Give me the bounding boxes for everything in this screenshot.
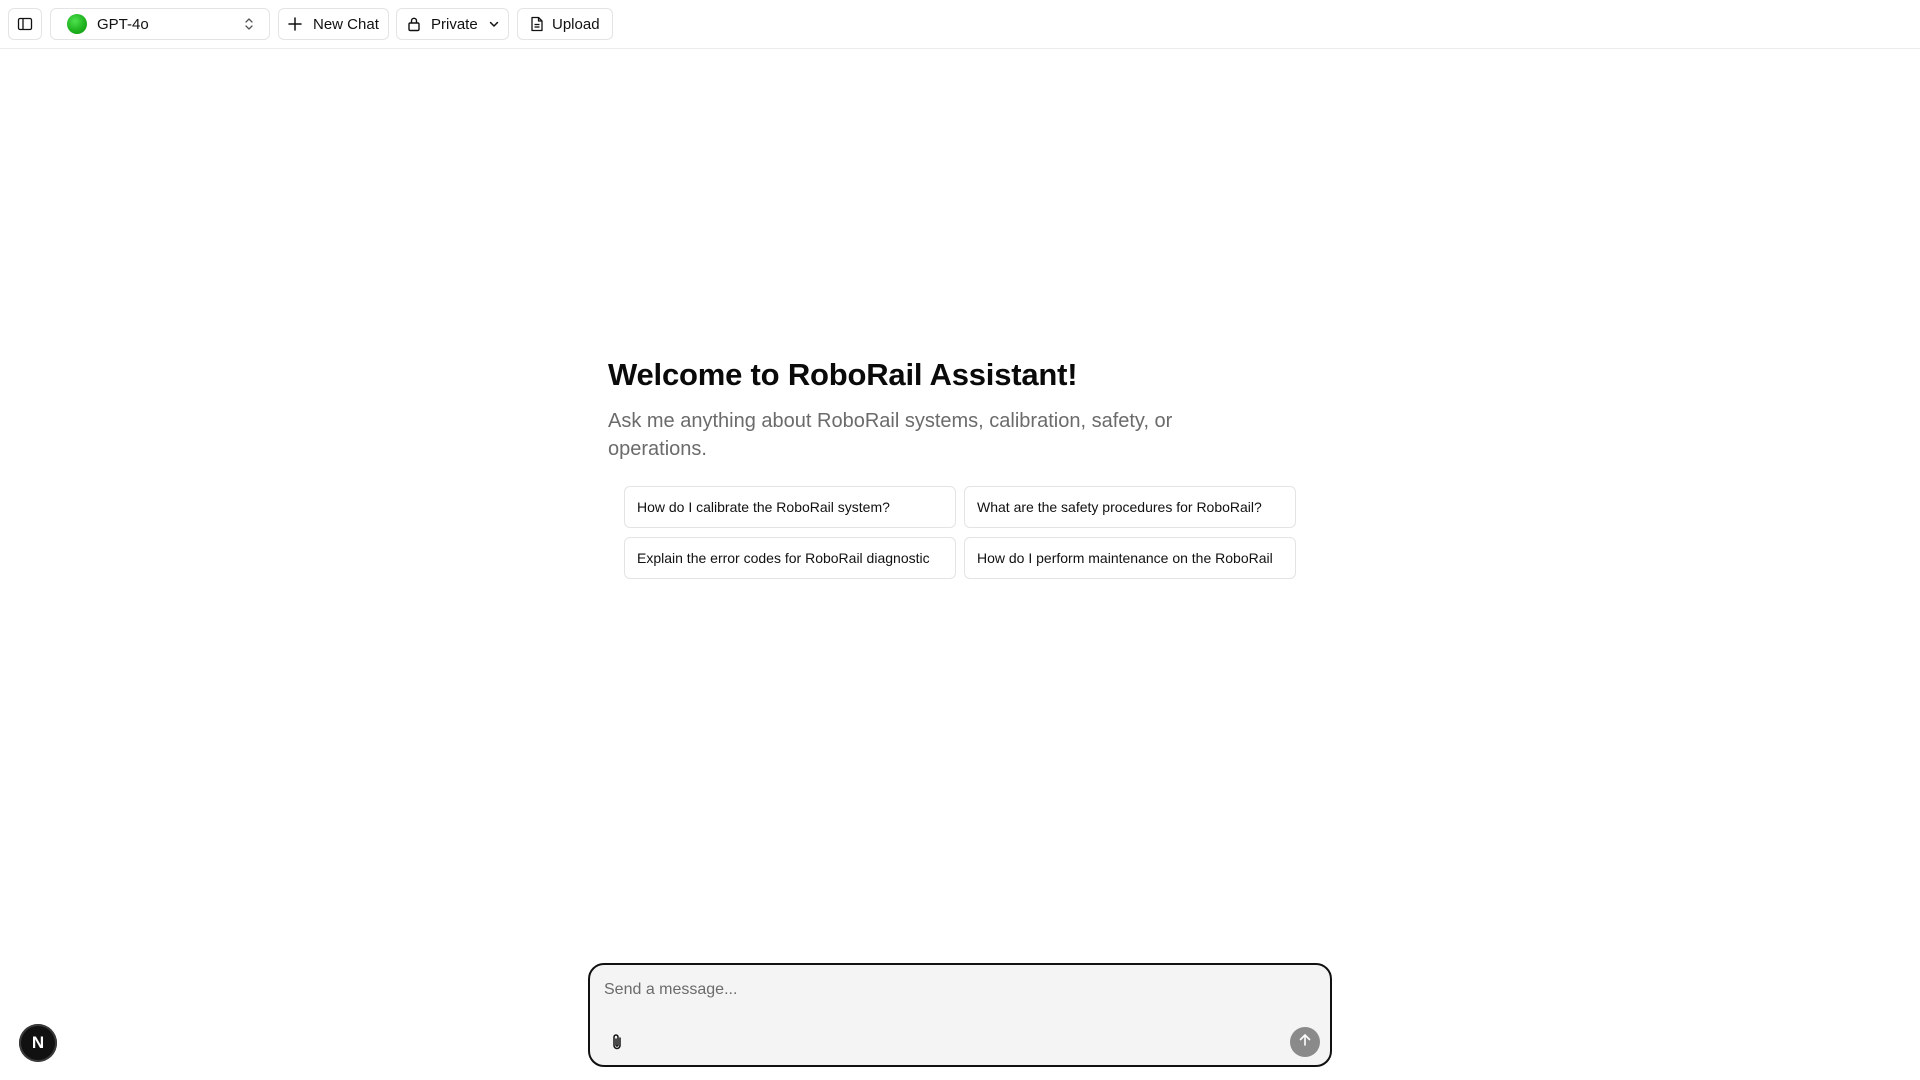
model-status-dot	[67, 14, 87, 34]
send-button[interactable]	[1290, 1027, 1320, 1057]
model-label: GPT-4o	[97, 15, 149, 33]
arrow-up-icon	[1298, 1033, 1312, 1052]
attach-button[interactable]	[606, 1033, 628, 1055]
upload-label: Upload	[552, 15, 600, 33]
plus-icon	[287, 16, 303, 32]
sidebar-toggle-button[interactable]	[8, 8, 42, 40]
welcome-title: Welcome to RoboRail Assistant!	[608, 357, 1078, 392]
welcome-section: Welcome to RoboRail Assistant! Ask me an…	[608, 355, 1328, 463]
message-composer	[588, 963, 1332, 1067]
welcome-subtitle: Ask me anything about RoboRail systems, …	[608, 410, 1173, 460]
paperclip-icon	[610, 1033, 624, 1056]
upload-button[interactable]: Upload	[517, 8, 613, 40]
user-avatar[interactable]: N	[19, 1024, 57, 1062]
message-input[interactable]	[604, 975, 1304, 1005]
lock-icon	[407, 16, 421, 32]
suggestion-button[interactable]: What are the safety procedures for RoboR…	[964, 486, 1296, 528]
suggestion-button[interactable]: How do I calibrate the RoboRail system?	[624, 486, 956, 528]
top-bar: GPT-4o New Chat Private Upload	[0, 0, 1920, 49]
visibility-selector[interactable]: Private	[396, 8, 509, 40]
sidebar-toggle-icon	[17, 16, 33, 32]
file-icon	[530, 16, 544, 32]
visibility-label: Private	[431, 15, 478, 33]
new-chat-label: New Chat	[313, 15, 379, 33]
chevrons-up-down-icon	[243, 17, 255, 31]
suggestion-button[interactable]: Explain the error codes for RoboRail dia…	[624, 537, 956, 579]
suggestion-grid: How do I calibrate the RoboRail system? …	[624, 486, 1296, 579]
suggestion-button[interactable]: How do I perform maintenance on the Robo…	[964, 537, 1296, 579]
new-chat-button[interactable]: New Chat	[278, 8, 389, 40]
model-selector[interactable]: GPT-4o	[50, 8, 270, 40]
chevron-down-icon	[488, 18, 500, 30]
